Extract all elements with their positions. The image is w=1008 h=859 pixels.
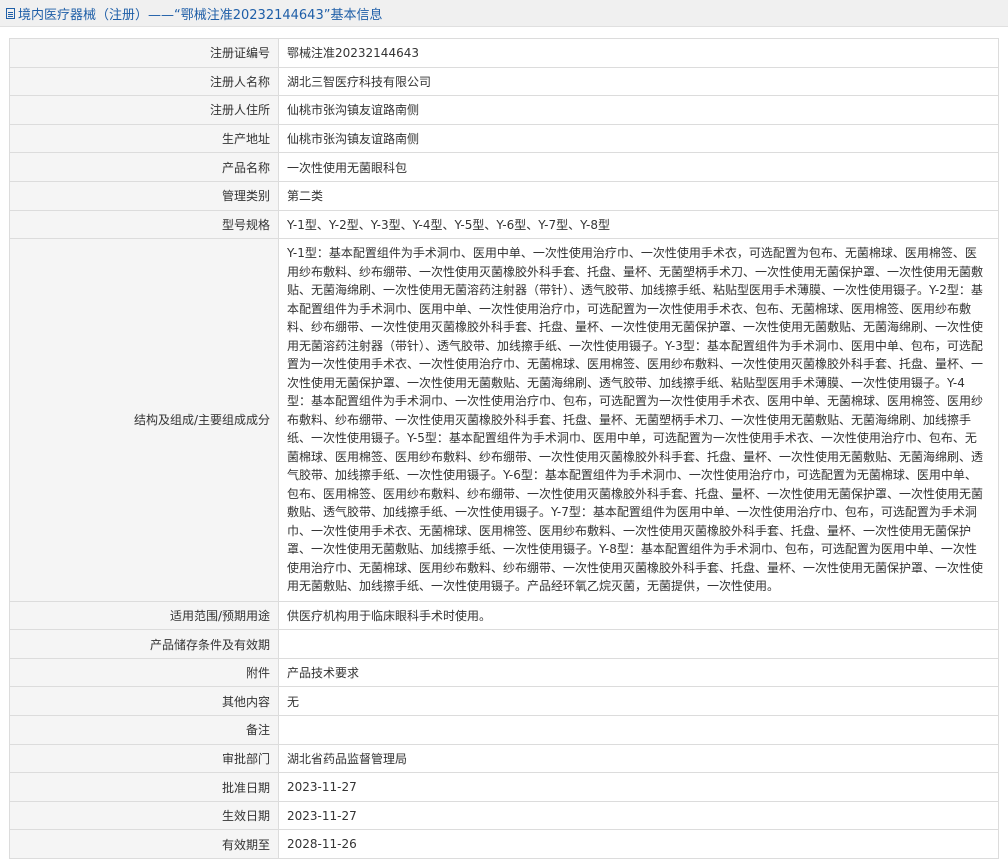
- table-row: 有效期至 2028-11-26: [9, 829, 999, 859]
- info-table: 注册证编号 鄂械注准20232144643 注册人名称 湖北三智医疗科技有限公司…: [9, 38, 999, 859]
- document-icon: [6, 7, 15, 19]
- field-label: 其他内容: [9, 686, 279, 717]
- table-row: 结构及组成/主要组成成分 Y-1型：基本配置组件为手术洞巾、医用中单、一次性使用…: [9, 238, 999, 602]
- field-value: 供医疗机构用于临床眼科手术时使用。: [278, 600, 999, 631]
- table-row: 注册人名称 湖北三智医疗科技有限公司: [9, 66, 999, 97]
- page-header: 境内医疗器械（注册）——“鄂械注准20232144643”基本信息: [0, 0, 1008, 27]
- table-row: 生产地址 仙桃市张沟镇友谊路南侧: [9, 123, 999, 154]
- table-row: 管理类别 第二类: [9, 180, 999, 211]
- field-value: 鄂械注准20232144643: [278, 38, 999, 68]
- table-row: 型号规格 Y-1型、Y-2型、Y-3型、Y-4型、Y-5型、Y-6型、Y-7型、…: [9, 209, 999, 240]
- table-row: 其他内容 无: [9, 686, 999, 717]
- field-value: [278, 715, 999, 745]
- field-label: 附件: [9, 657, 279, 688]
- field-value: 产品技术要求: [278, 657, 999, 688]
- table-row: 适用范围/预期用途 供医疗机构用于临床眼科手术时使用。: [9, 600, 999, 631]
- field-label: 注册证编号: [9, 38, 279, 68]
- field-value: 无: [278, 686, 999, 717]
- table-row: 产品储存条件及有效期: [9, 629, 999, 659]
- field-label: 生产地址: [9, 123, 279, 154]
- table-row: 产品名称 一次性使用无菌眼科包: [9, 152, 999, 182]
- table-row: 备注: [9, 715, 999, 745]
- field-label: 备注: [9, 715, 279, 745]
- page-title: 境内医疗器械（注册）——“鄂械注准20232144643”基本信息: [18, 7, 383, 23]
- field-value: 2028-11-26: [278, 829, 999, 859]
- field-label: 注册人名称: [9, 66, 279, 97]
- field-value: 一次性使用无菌眼科包: [278, 152, 999, 182]
- field-value: 湖北三智医疗科技有限公司: [278, 66, 999, 97]
- field-label: 批准日期: [9, 772, 279, 802]
- field-value: Y-1型、Y-2型、Y-3型、Y-4型、Y-5型、Y-6型、Y-7型、Y-8型: [278, 209, 999, 240]
- field-label: 产品名称: [9, 152, 279, 182]
- field-label: 注册人住所: [9, 95, 279, 125]
- table-row: 注册证编号 鄂械注准20232144643: [9, 38, 999, 68]
- table-row: 生效日期 2023-11-27: [9, 800, 999, 831]
- field-label: 适用范围/预期用途: [9, 600, 279, 631]
- field-label: 管理类别: [9, 180, 279, 211]
- field-label: 结构及组成/主要组成成分: [9, 238, 279, 602]
- table-row: 附件 产品技术要求: [9, 657, 999, 688]
- field-label: 有效期至: [9, 829, 279, 859]
- table-row: 注册人住所 仙桃市张沟镇友谊路南侧: [9, 95, 999, 125]
- table-row: 批准日期 2023-11-27: [9, 772, 999, 802]
- field-label: 审批部门: [9, 743, 279, 774]
- field-value: 2023-11-27: [278, 800, 999, 831]
- field-value: 第二类: [278, 180, 999, 211]
- field-value: 2023-11-27: [278, 772, 999, 802]
- field-value: [278, 629, 999, 659]
- field-value: 仙桃市张沟镇友谊路南侧: [278, 123, 999, 154]
- field-label: 型号规格: [9, 209, 279, 240]
- field-label: 生效日期: [9, 800, 279, 831]
- field-label: 产品储存条件及有效期: [9, 629, 279, 659]
- field-value: 仙桃市张沟镇友谊路南侧: [278, 95, 999, 125]
- field-value: 湖北省药品监督管理局: [278, 743, 999, 774]
- table-row: 审批部门 湖北省药品监督管理局: [9, 743, 999, 774]
- field-value: Y-1型：基本配置组件为手术洞巾、医用中单、一次性使用治疗巾、一次性使用手术衣，…: [278, 238, 999, 602]
